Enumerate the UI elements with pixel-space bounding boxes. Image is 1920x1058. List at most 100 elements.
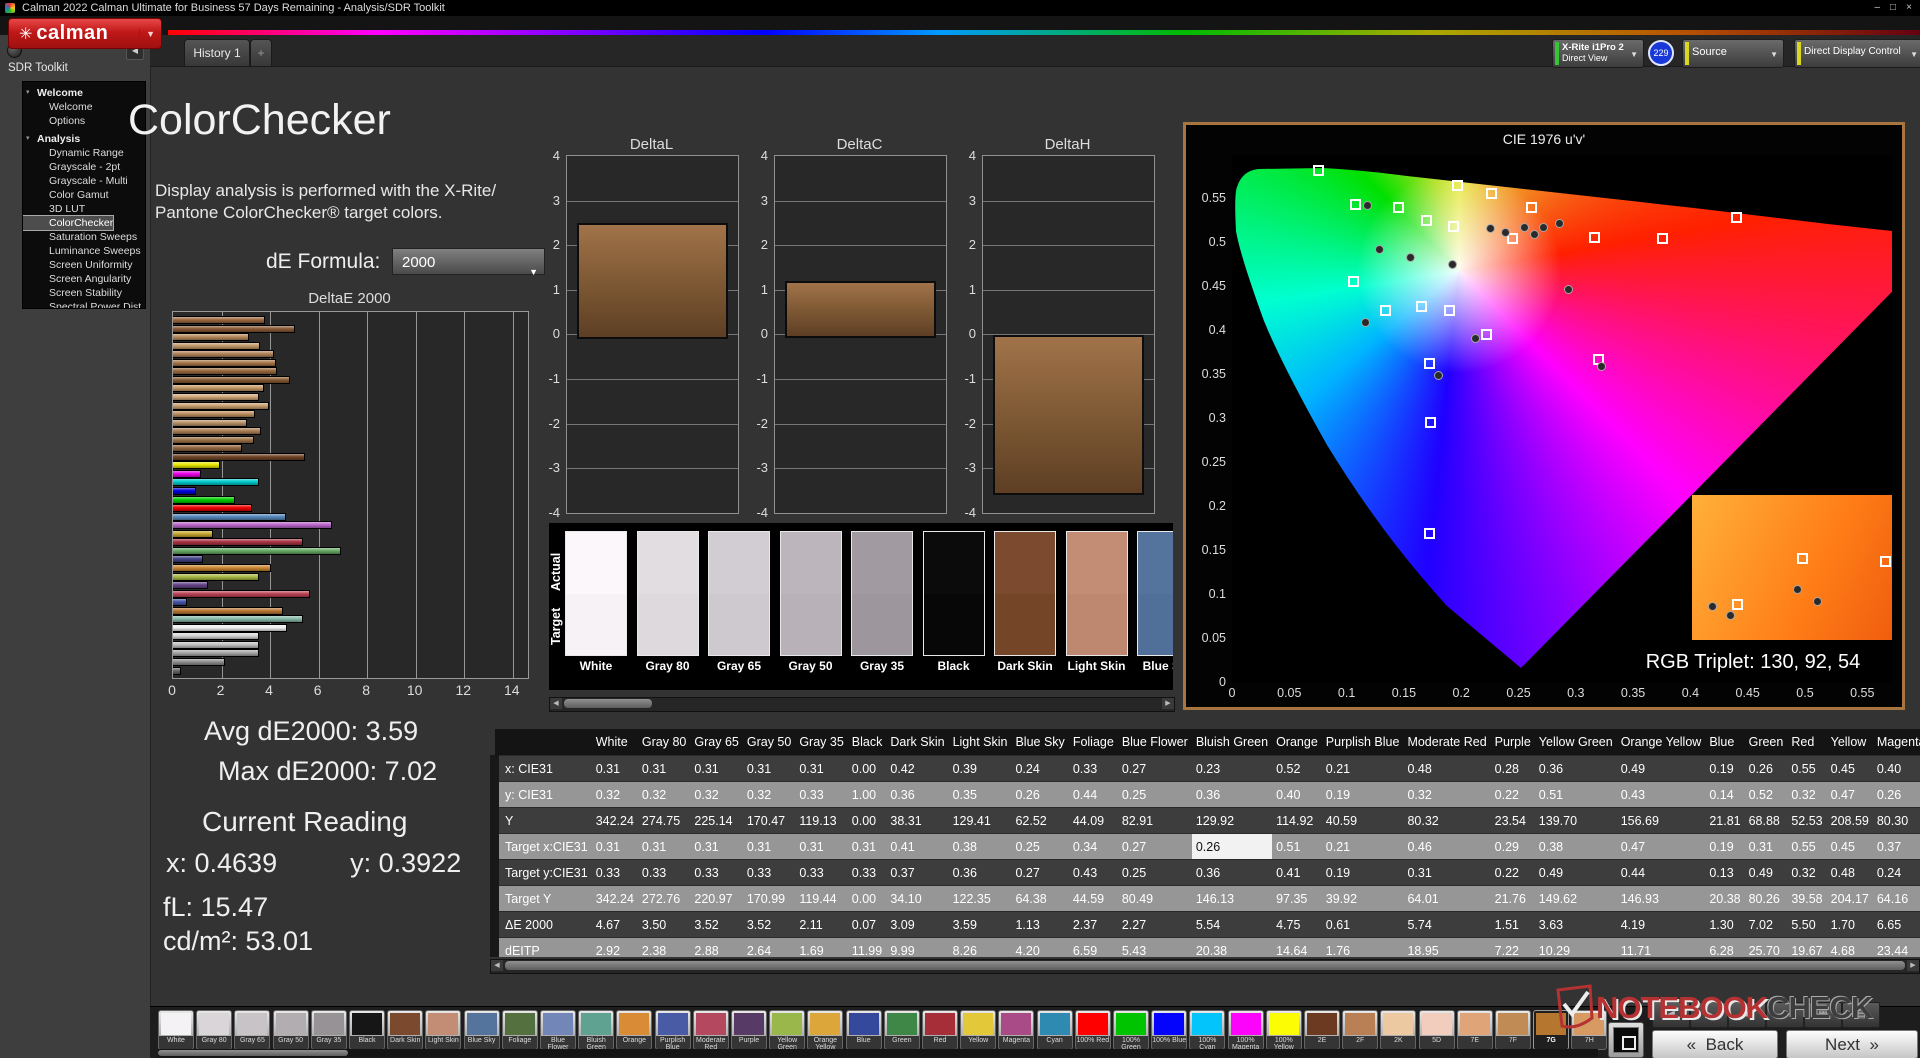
table-cell[interactable]: 0.37 [1872, 833, 1920, 860]
table-cell[interactable]: 2.11 [795, 911, 848, 938]
tree-group-analysis[interactable]: ▾ Analysis [23, 132, 145, 146]
table-cell[interactable]: 2.38 [637, 937, 691, 957]
table-cell[interactable]: 0.36 [1191, 781, 1273, 808]
table-cell[interactable]: 0.49 [1744, 859, 1788, 886]
swatch-dark-skin[interactable] [994, 531, 1056, 656]
table-cell[interactable]: 0.52 [1744, 781, 1788, 808]
patch-button-yellow-green[interactable]: Yellow Green [769, 1010, 806, 1050]
table-cell[interactable]: 0.32 [742, 781, 796, 808]
patch-button-5d[interactable]: 5D [1418, 1010, 1455, 1050]
display-control-dropdown[interactable]: Direct Display Control ▼ [1794, 39, 1920, 68]
table-cell[interactable]: 0.38 [1534, 833, 1617, 860]
table-cell[interactable]: 0.52 [1272, 755, 1322, 782]
table-cell[interactable]: 8.26 [948, 937, 1012, 957]
table-cell[interactable]: 4.68 [1826, 937, 1873, 957]
table-cell[interactable]: 3.52 [742, 911, 796, 938]
swatch-black[interactable] [922, 531, 985, 656]
table-cell[interactable]: 119.13 [795, 807, 848, 834]
table-cell[interactable]: 129.92 [1191, 807, 1273, 834]
table-cell[interactable]: 7.02 [1744, 911, 1788, 938]
sidebar-item-luminance-sweeps[interactable]: Luminance Sweeps [23, 244, 145, 258]
patch-button-100-green[interactable]: 100% Green [1113, 1010, 1149, 1050]
table-cell[interactable]: 0.33 [742, 859, 796, 886]
source-dropdown[interactable]: Source ▼ [1682, 39, 1784, 68]
table-cell[interactable]: 0.32 [1403, 781, 1491, 808]
table-cell[interactable]: 0.49 [1534, 859, 1617, 886]
patch-button-blue-flower[interactable]: Blue Flower [540, 1010, 576, 1050]
table-cell[interactable]: 44.59 [1068, 885, 1118, 912]
table-cell[interactable]: 38.31 [886, 807, 949, 834]
table-cell[interactable]: 20.38 [1705, 885, 1745, 912]
swatch-gray-50[interactable] [779, 531, 842, 656]
table-cell[interactable]: 0.31 [637, 833, 691, 860]
table-cell[interactable]: 0.37 [886, 859, 949, 886]
table-cell[interactable]: 0.33 [847, 859, 887, 886]
table-cell[interactable]: 0.46 [1403, 833, 1491, 860]
table-cell[interactable]: 0.27 [1117, 755, 1192, 782]
table-cell[interactable]: 0.26 [1872, 781, 1920, 808]
swatch-white[interactable] [565, 531, 627, 656]
table-cell[interactable]: 3.09 [886, 911, 949, 938]
table-cell[interactable]: 0.45 [1826, 833, 1873, 860]
table-cell[interactable]: 0.43 [1068, 859, 1118, 886]
table-cell[interactable]: 0.40 [1872, 755, 1920, 782]
table-cell[interactable]: 40.59 [1321, 807, 1404, 834]
table-cell[interactable]: 0.19 [1705, 755, 1745, 782]
patch-button-100-magenta[interactable]: 100% Magenta [1227, 1010, 1264, 1050]
table-cell[interactable]: 0.51 [1272, 833, 1322, 860]
table-cell[interactable]: 0.32 [1787, 781, 1827, 808]
table-cell[interactable]: 149.62 [1534, 885, 1617, 912]
patch-button-100-yellow[interactable]: 100% Yellow [1265, 1010, 1302, 1050]
patch-button-dark-skin[interactable]: Dark Skin [387, 1010, 424, 1050]
scroll-left-icon[interactable]: ◀ [550, 698, 562, 709]
patch-button-gray-35[interactable]: Gray 35 [310, 1010, 347, 1050]
table-cell[interactable]: 5.50 [1787, 911, 1827, 938]
table-cell[interactable]: 0.25 [1117, 781, 1192, 808]
swatch-gray-80[interactable] [636, 531, 699, 656]
table-cell[interactable]: 0.31 [690, 755, 743, 782]
table-cell[interactable]: 6.59 [1068, 937, 1118, 957]
table-cell[interactable]: 0.31 [1744, 833, 1788, 860]
table-cell[interactable]: 1.00 [847, 781, 887, 808]
patch-button-red[interactable]: Red [922, 1010, 958, 1050]
table-cell[interactable]: 0.35 [948, 781, 1012, 808]
table-cell[interactable]: 0.33 [637, 859, 691, 886]
table-cell[interactable]: 14.64 [1272, 937, 1322, 957]
table-cell[interactable]: 0.14 [1705, 781, 1745, 808]
table-cell[interactable]: 11.99 [847, 937, 887, 957]
table-cell[interactable]: 7.22 [1490, 937, 1535, 957]
table-cell[interactable]: 3.59 [948, 911, 1012, 938]
sidebar-item-welcome[interactable]: Welcome [23, 100, 145, 114]
table-cell[interactable]: 4.19 [1616, 911, 1706, 938]
patch-button-black[interactable]: Black [349, 1010, 385, 1050]
table-cell[interactable]: 0.51 [1534, 781, 1617, 808]
sidebar-item-colorchecker[interactable]: ColorChecker [23, 215, 114, 231]
table-cell[interactable]: 52.53 [1787, 807, 1827, 834]
table-cell[interactable]: 68.88 [1744, 807, 1788, 834]
table-cell[interactable]: 0.25 [1117, 859, 1192, 886]
table-cell[interactable]: 0.25 [1011, 833, 1069, 860]
table-cell[interactable]: 0.32 [690, 781, 743, 808]
patch-button-foliage[interactable]: Foliage [501, 1010, 538, 1050]
table-cell[interactable]: 0.36 [1534, 755, 1617, 782]
table-cell[interactable]: 0.31 [742, 833, 796, 860]
table-scrollbar[interactable]: ◀ ▶ [490, 959, 1920, 974]
swatch-strip-scrollbar[interactable]: ◀ ▶ [549, 697, 1175, 712]
table-cell[interactable]: 39.58 [1787, 885, 1827, 912]
back-button[interactable]: « Back [1652, 1030, 1778, 1058]
table-cell[interactable]: 0.26 [1191, 833, 1273, 860]
table-cell[interactable]: 139.70 [1534, 807, 1617, 834]
table-cell[interactable]: 44.09 [1068, 807, 1118, 834]
table-cell[interactable]: 3.63 [1534, 911, 1617, 938]
table-cell[interactable]: 6.28 [1705, 937, 1745, 957]
table-cell[interactable]: 0.26 [1744, 755, 1788, 782]
table-cell[interactable]: 0.31 [637, 755, 691, 782]
patch-button-moderate-red[interactable]: Moderate Red [692, 1010, 729, 1050]
table-cell[interactable]: 0.28 [1490, 755, 1535, 782]
table-cell[interactable]: 0.29 [1490, 833, 1535, 860]
table-cell[interactable]: 225.14 [690, 807, 743, 834]
table-cell[interactable]: 1.70 [1826, 911, 1873, 938]
patch-button-2f[interactable]: 2F [1342, 1010, 1379, 1050]
table-cell[interactable]: 274.75 [637, 807, 691, 834]
patch-button-light-skin[interactable]: Light Skin [425, 1010, 462, 1050]
